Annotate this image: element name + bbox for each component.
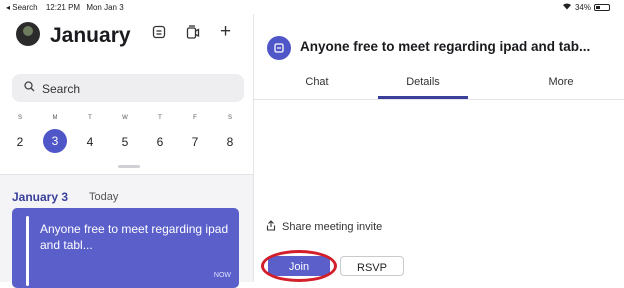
- share-icon: [266, 220, 276, 234]
- share-meeting-invite-link[interactable]: Share meeting invite: [266, 220, 382, 234]
- search-placeholder: Search: [42, 82, 81, 96]
- dow-label: S: [17, 115, 22, 121]
- day-view-icon[interactable]: [152, 25, 166, 43]
- day-cell[interactable]: 5: [115, 135, 135, 149]
- day-cell[interactable]: 6: [150, 135, 170, 149]
- meeting-detail-panel: Anyone free to meet regarding ipad and t…: [254, 14, 624, 282]
- dow-label: F: [193, 115, 197, 121]
- drag-handle[interactable]: [118, 165, 140, 168]
- search-input[interactable]: Search: [12, 74, 244, 102]
- tab-chat[interactable]: Chat: [292, 76, 342, 88]
- wifi-icon: [562, 2, 572, 12]
- dow-label: T: [158, 115, 162, 121]
- tabs-divider: [254, 99, 624, 100]
- meeting-chat-icon: [267, 36, 291, 60]
- meet-now-icon[interactable]: [186, 25, 200, 43]
- tab-more[interactable]: More: [536, 76, 586, 88]
- dow-label: M: [52, 115, 58, 121]
- event-card[interactable]: Anyone free to meet regarding ipad and t…: [12, 208, 239, 288]
- event-title: Anyone free to meet regarding ipad and t…: [40, 222, 229, 252]
- dow-label: W: [122, 115, 128, 121]
- back-to-search-link[interactable]: ◂ Search: [6, 3, 38, 12]
- search-icon: [24, 81, 35, 95]
- dow-label: T: [88, 115, 92, 121]
- sidebar-header: January +: [12, 18, 242, 50]
- battery-icon: [594, 3, 610, 11]
- event-status: NOW: [213, 272, 231, 279]
- status-date: Mon Jan 3: [86, 3, 124, 12]
- event-accent-bar: [26, 216, 29, 286]
- day-cell[interactable]: 8: [220, 135, 240, 149]
- avatar[interactable]: [16, 22, 40, 46]
- agenda-date: January 3: [12, 190, 69, 204]
- join-button[interactable]: Join: [268, 256, 330, 276]
- status-left: ◂ Search 12:21 PM Mon Jan 3: [6, 3, 124, 12]
- battery-percent: 34%: [574, 2, 591, 12]
- day-cell[interactable]: 7: [185, 135, 205, 149]
- agenda-today-label: Today: [89, 191, 119, 203]
- day-cell[interactable]: 2: [10, 135, 30, 149]
- tab-details[interactable]: Details: [398, 76, 448, 88]
- day-cell-selected[interactable]: 3: [43, 129, 67, 153]
- share-label: Share meeting invite: [282, 221, 383, 233]
- status-bar: ◂ Search 12:21 PM Mon Jan 3 34%: [0, 0, 624, 14]
- status-time: 12:21 PM: [45, 3, 81, 12]
- status-right: 34%: [562, 2, 610, 12]
- month-title[interactable]: January: [50, 24, 131, 48]
- day-cell[interactable]: 4: [80, 135, 100, 149]
- rsvp-button[interactable]: RSVP: [340, 256, 404, 276]
- add-icon[interactable]: +: [220, 21, 231, 43]
- dow-label: S: [227, 115, 232, 121]
- battery-fill: [596, 5, 601, 9]
- meeting-title: Anyone free to meet regarding ipad and t…: [300, 39, 591, 54]
